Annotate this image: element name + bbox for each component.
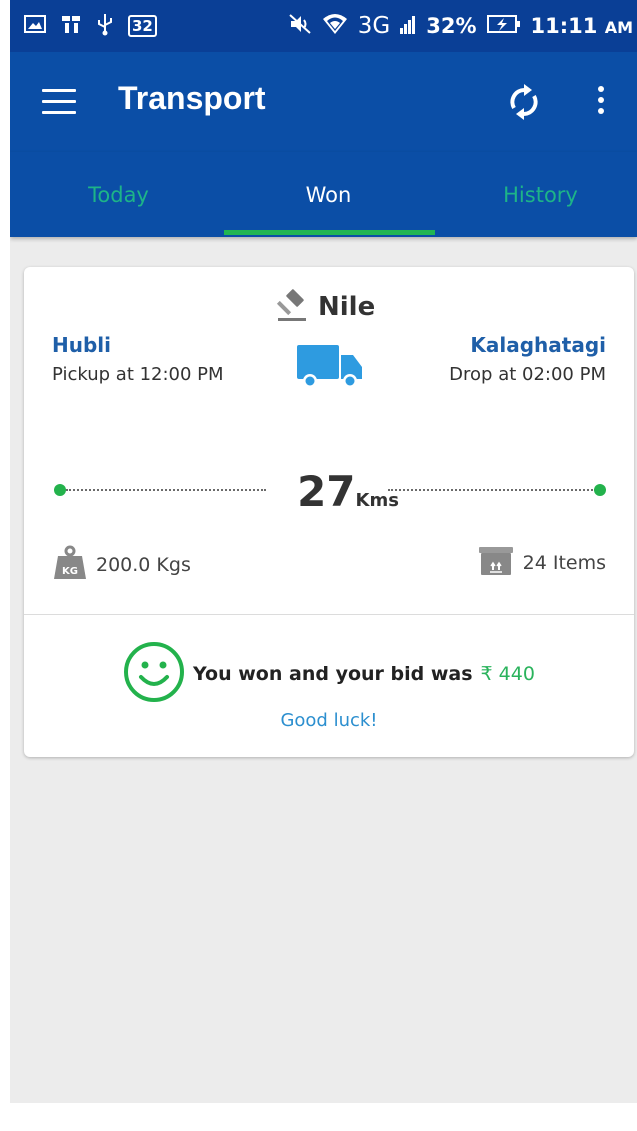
- start-dot: [54, 484, 66, 496]
- tab-won[interactable]: Won: [224, 152, 433, 237]
- tab-bar: Today Won History: [10, 152, 637, 237]
- bidder: Nile: [276, 287, 375, 327]
- clock-ampm: AM: [604, 18, 633, 37]
- app-icon: [60, 13, 82, 39]
- network-type: 3G: [357, 13, 391, 39]
- status-bar: 32 3G 32% 11:11 AM: [10, 0, 637, 52]
- sync-icon: [510, 84, 538, 120]
- gallery-icon: [24, 14, 46, 38]
- drop-time: Drop at 02:00 PM: [449, 364, 606, 385]
- drop-city: Kalaghatagi: [470, 333, 606, 357]
- won-bid-card[interactable]: Nile Hubli Pickup at 12:00 PM Kalaghatag…: [24, 267, 634, 757]
- clock: 11:11 AM: [531, 14, 633, 38]
- truck-icon: [297, 343, 363, 395]
- items: 24 Items: [477, 545, 606, 581]
- wifi-icon: [322, 13, 348, 39]
- distance-value: 27: [297, 467, 356, 516]
- usb-icon: [96, 12, 114, 40]
- svg-text:KG: KG: [62, 566, 78, 577]
- result-row: You won and your bid was ₹ 440: [24, 639, 634, 709]
- smiley-icon: [123, 641, 185, 707]
- status-bar-right: 3G 32% 11:11 AM: [288, 12, 633, 40]
- divider: [24, 614, 634, 615]
- status-bar-left: 32: [24, 12, 157, 40]
- mute-icon: [288, 13, 312, 39]
- weight-value: 200.0 Kgs: [96, 554, 191, 576]
- tab-history[interactable]: History: [436, 152, 637, 237]
- menu-icon-line: [42, 89, 76, 92]
- gavel-icon: [276, 287, 310, 327]
- signal-icon: [400, 14, 416, 38]
- menu-icon-line: [42, 111, 76, 114]
- battery-percent: 32%: [426, 14, 477, 38]
- tab-indicator: [224, 230, 435, 235]
- weight: KG 200.0 Kgs: [52, 545, 191, 585]
- distance-unit: Kms: [355, 490, 399, 511]
- bid-amount: ₹ 440: [480, 663, 535, 685]
- more-options-button[interactable]: [594, 86, 608, 120]
- won-message: You won and your bid was: [193, 663, 473, 685]
- menu-button[interactable]: [42, 89, 76, 115]
- pickup-time: Pickup at 12:00 PM: [52, 364, 224, 385]
- more-vert-icon-dot: [598, 97, 604, 103]
- page-title: Transport: [118, 80, 266, 116]
- end-dot: [594, 484, 606, 496]
- route-dots-right: [388, 489, 596, 491]
- items-count: 24 Items: [522, 552, 606, 574]
- pickup-city: Hubli: [52, 333, 112, 357]
- good-luck-text: Good luck!: [280, 710, 378, 731]
- route-line: 27Kms: [54, 467, 606, 516]
- sync-button[interactable]: [506, 84, 542, 120]
- battery-charging-icon: [486, 14, 521, 38]
- distance: 27Kms: [278, 467, 418, 516]
- weight-icon: KG: [52, 545, 88, 585]
- route-dots-left: [66, 489, 266, 491]
- more-vert-icon-dot: [598, 108, 604, 114]
- screen: 32 3G 32% 11:11 AM Transport Today Won H…: [10, 0, 637, 1103]
- more-vert-icon-dot: [598, 86, 604, 92]
- menu-icon-line: [42, 100, 76, 103]
- tab-today[interactable]: Today: [14, 152, 223, 237]
- clock-time: 11:11: [530, 14, 598, 38]
- bidder-name: Nile: [318, 292, 376, 322]
- notification-badge: 32: [128, 15, 157, 37]
- app-bar: Transport: [10, 52, 637, 152]
- box-icon: [477, 545, 515, 581]
